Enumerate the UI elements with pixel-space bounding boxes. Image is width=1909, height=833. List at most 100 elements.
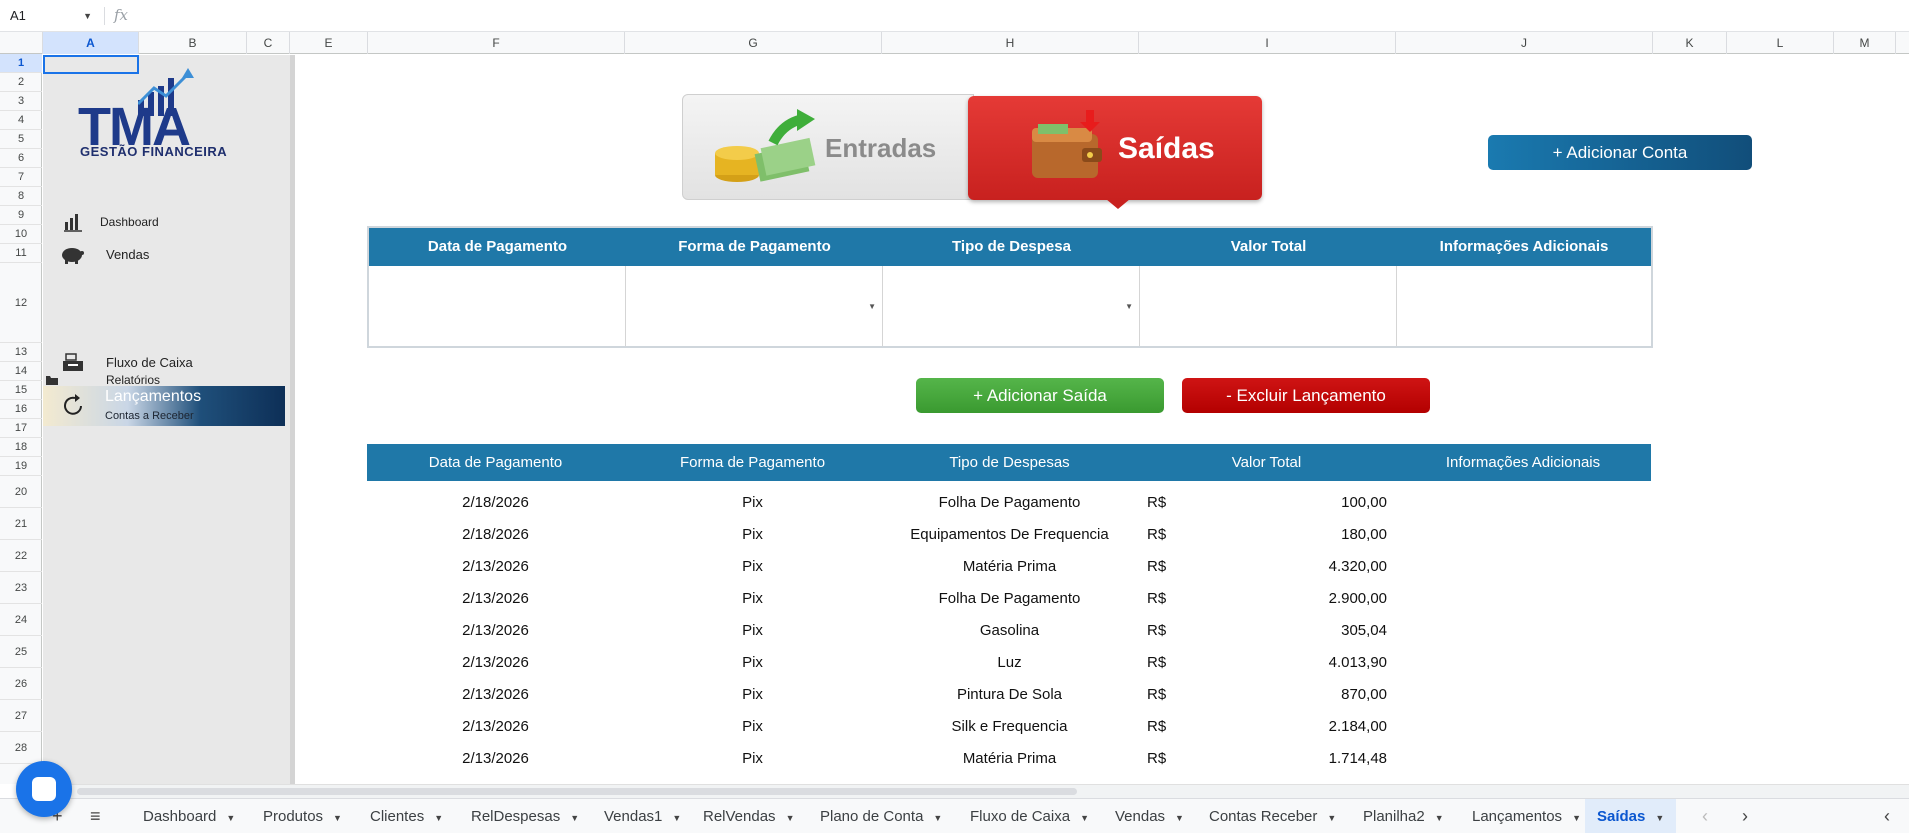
sheet-tab[interactable]: Saídas ▼ (1585, 799, 1677, 833)
row-header[interactable]: 3 (0, 92, 42, 111)
chevron-down-icon[interactable]: ▼ (434, 813, 443, 823)
chevron-down-icon[interactable]: ▼ (1655, 813, 1664, 823)
forma-pagamento-select[interactable]: ▼ (626, 266, 883, 346)
chevron-down-icon[interactable]: ▼ (1327, 813, 1336, 823)
name-box[interactable]: A1 ▼ (6, 5, 96, 27)
column-header-e[interactable]: E (290, 32, 368, 54)
table-row[interactable]: 2/13/2026 Pix Luz R$ 4.013,90 (367, 647, 1651, 679)
row-header[interactable]: 26 (0, 668, 42, 700)
row-header[interactable]: 19 (0, 457, 42, 476)
row-header[interactable]: 7 (0, 168, 42, 187)
sheet-tab[interactable]: Planilha2 ▼ (1363, 799, 1444, 833)
row-header[interactable]: 21 (0, 508, 42, 540)
sheet-tab[interactable]: RelDespesas ▼ (471, 799, 579, 833)
valor-total-input[interactable] (1140, 266, 1397, 346)
column-header-i[interactable]: I (1139, 32, 1396, 54)
column-header-b[interactable]: B (139, 32, 247, 54)
sheet-tab[interactable]: Lançamentos ▼ (1472, 799, 1581, 833)
sheet-tab[interactable]: Vendas ▼ (1115, 799, 1184, 833)
informacoes-input[interactable] (1397, 266, 1651, 346)
chevron-left-icon[interactable]: ‹ (1702, 799, 1708, 833)
row-header[interactable]: 15 (0, 381, 42, 400)
row-header[interactable]: 9 (0, 206, 42, 225)
table-row[interactable]: 2/13/2026 Pix Folha De Pagamento R$ 2.900,00 (367, 583, 1651, 615)
chevron-down-icon[interactable]: ▼ (83, 5, 92, 27)
sidebar-label-contas-receber[interactable]: Contas a Receber (105, 410, 194, 422)
column-header-l[interactable]: L (1727, 32, 1834, 54)
all-sheets-icon[interactable]: ≡ (90, 799, 101, 833)
row-header[interactable]: 13 (0, 343, 42, 362)
column-header-a[interactable]: A (43, 32, 139, 54)
vertical-scrollbar[interactable] (1896, 54, 1909, 784)
column-header-j[interactable]: J (1396, 32, 1653, 54)
row-header[interactable]: 16 (0, 400, 42, 419)
table-row[interactable]: 2/18/2026 Pix Folha De Pagamento R$ 100,00 (367, 487, 1651, 519)
sidebar-item-vendas[interactable]: Vendas (60, 242, 149, 266)
entradas-tab[interactable]: Entradas (682, 94, 974, 200)
row-header[interactable]: 10 (0, 225, 42, 244)
assistant-button[interactable] (16, 761, 72, 817)
chevron-down-icon[interactable]: ▼ (1080, 813, 1089, 823)
sheet-tab[interactable]: Contas Receber ▼ (1209, 799, 1336, 833)
sheet-tab[interactable]: RelVendas ▼ (703, 799, 794, 833)
row-header[interactable]: 22 (0, 540, 42, 572)
column-header-g[interactable]: G (625, 32, 882, 54)
row-header[interactable]: 17 (0, 419, 42, 438)
chevron-down-icon[interactable]: ▼ (672, 813, 681, 823)
row-header[interactable]: 23 (0, 572, 42, 604)
sheet-tab[interactable]: Plano de Conta ▼ (820, 799, 942, 833)
row-header[interactable]: 28 (0, 732, 42, 764)
chevron-down-icon[interactable]: ▼ (1572, 813, 1581, 823)
chevron-down-icon[interactable]: ▼ (333, 813, 342, 823)
chevron-down-icon[interactable]: ▼ (1435, 813, 1444, 823)
column-header-m[interactable]: M (1834, 32, 1896, 54)
adicionar-saida-button[interactable]: + Adicionar Saída (916, 378, 1164, 413)
dropdown-arrow-icon[interactable]: ▼ (868, 302, 876, 311)
column-header-c[interactable]: C (247, 32, 290, 54)
row-header[interactable]: 5 (0, 130, 42, 149)
sidebar-item-dashboard[interactable]: Dashboard (60, 210, 159, 234)
excluir-lancamento-button[interactable]: - Excluir Lançamento (1182, 378, 1430, 413)
row-header[interactable]: 1 (0, 54, 42, 73)
row-header[interactable]: 11 (0, 244, 42, 263)
column-header-h[interactable]: H (882, 32, 1139, 54)
data-pagamento-input[interactable] (369, 266, 626, 346)
dropdown-arrow-icon[interactable]: ▼ (1125, 302, 1133, 311)
scroll-thumb[interactable] (77, 788, 1077, 795)
chevron-down-icon[interactable]: ▼ (570, 813, 579, 823)
sheet-tab[interactable]: Produtos ▼ (263, 799, 342, 833)
row-header[interactable]: 27 (0, 700, 42, 732)
row-header[interactable]: 4 (0, 111, 42, 130)
column-header-f[interactable]: F (368, 32, 625, 54)
row-header[interactable]: 6 (0, 149, 42, 168)
collapse-icon[interactable]: ‹ (1884, 799, 1890, 833)
table-row[interactable]: 2/13/2026 Pix Pintura De Sola R$ 870,00 (367, 679, 1651, 711)
sheet-tab[interactable]: Dashboard ▼ (143, 799, 235, 833)
row-header[interactable]: 25 (0, 636, 42, 668)
sheet-tab[interactable]: Fluxo de Caixa ▼ (970, 799, 1089, 833)
adicionar-conta-button[interactable]: + Adicionar Conta (1488, 135, 1752, 170)
tipo-despesa-select[interactable]: ▼ (883, 266, 1140, 346)
chevron-down-icon[interactable]: ▼ (1175, 813, 1184, 823)
chevron-right-icon[interactable]: › (1742, 799, 1748, 833)
row-header[interactable]: 14 (0, 362, 42, 381)
select-all-corner[interactable] (0, 32, 43, 54)
row-header[interactable]: 20 (0, 476, 42, 508)
table-row[interactable]: 2/18/2026 Pix Equipamentos De Frequencia R$… (367, 519, 1651, 551)
row-header[interactable]: 18 (0, 438, 42, 457)
chevron-down-icon[interactable]: ▼ (226, 813, 235, 823)
sheet-tab[interactable]: Vendas1 ▼ (604, 799, 681, 833)
saidas-tab[interactable]: Saídas (968, 96, 1262, 209)
table-row[interactable]: 2/13/2026 Pix Silk e Frequencia R$ 2.184,00 (367, 711, 1651, 743)
horizontal-scrollbar[interactable] (43, 784, 1909, 798)
chevron-down-icon[interactable]: ▼ (933, 813, 942, 823)
column-header-k[interactable]: K (1653, 32, 1727, 54)
sheet-tab[interactable]: Clientes ▼ (370, 799, 443, 833)
table-row[interactable]: 2/13/2026 Pix Gasolina R$ 305,04 (367, 615, 1651, 647)
chevron-down-icon[interactable]: ▼ (786, 813, 795, 823)
row-header[interactable]: 24 (0, 604, 42, 636)
row-header[interactable]: 12 (0, 263, 42, 343)
table-row[interactable]: 2/13/2026 Pix Matéria Prima R$ 4.320,00 (367, 551, 1651, 583)
table-row[interactable]: 2/13/2026 Pix Matéria Prima R$ 1.714,48 (367, 743, 1651, 775)
row-header[interactable]: 2 (0, 73, 42, 92)
